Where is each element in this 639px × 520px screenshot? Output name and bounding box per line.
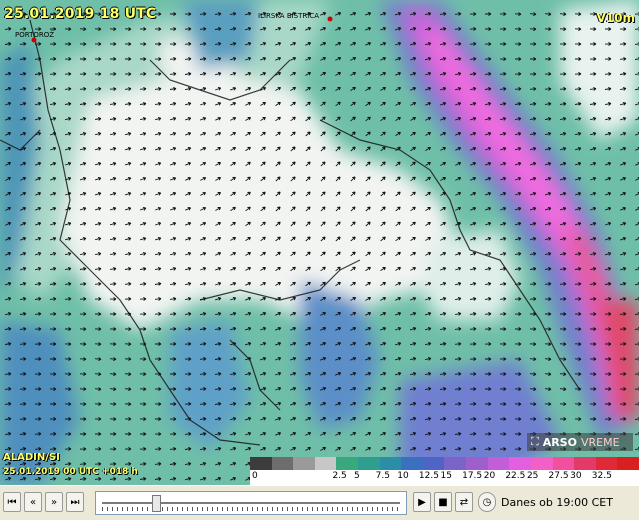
parameter-label: V10m bbox=[596, 11, 636, 25]
animation-controls: ⏮ « » ⏭ ▶ ■ ⇄ ◷ Danes ob 19:00 CET bbox=[0, 485, 639, 520]
legend-swatch bbox=[552, 457, 575, 470]
legend-swatch bbox=[336, 457, 359, 470]
model-label: ALADIN/SI bbox=[3, 452, 60, 463]
legend-swatch bbox=[379, 457, 402, 470]
legend-swatch bbox=[250, 457, 272, 470]
legend-swatch bbox=[293, 457, 315, 470]
clock-button[interactable]: ◷ bbox=[478, 492, 496, 512]
clock-icon: ◷ bbox=[482, 496, 492, 508]
legend-label: 2.5 bbox=[332, 471, 347, 481]
legend-swatch bbox=[509, 457, 531, 470]
legend-swatch bbox=[271, 457, 294, 470]
legend-swatch bbox=[314, 457, 337, 470]
wind-speed-legend: 0 2.5 5 7.5 10 12.5 15 17.5 20 22.5 25 27.5 30 32.5 bbox=[250, 457, 639, 485]
legend-label: 12.5 bbox=[418, 471, 439, 481]
legend-label: 0 bbox=[252, 471, 258, 481]
logo-brand: ARSO bbox=[542, 435, 577, 449]
play-button[interactable]: ▶ bbox=[413, 492, 431, 512]
legend-label: 27.5 bbox=[548, 471, 569, 481]
legend-swatch bbox=[595, 457, 618, 470]
legend-swatch bbox=[444, 457, 467, 470]
antenna-icon: ⛶ bbox=[531, 435, 539, 448]
legend-swatch bbox=[466, 457, 488, 470]
legend-swatch bbox=[487, 457, 510, 470]
legend-label: 15 bbox=[440, 471, 452, 481]
loop-button[interactable]: ⇄ bbox=[455, 492, 473, 512]
step-back-icon: « bbox=[29, 496, 37, 508]
city-dot-bistrica bbox=[327, 16, 333, 22]
time-slider[interactable] bbox=[95, 491, 407, 515]
loop-icon: ⇄ bbox=[459, 496, 469, 508]
map-canvas bbox=[0, 0, 639, 485]
legend-label: 20 bbox=[483, 471, 496, 481]
skip-to-end-button[interactable]: ⏭ bbox=[66, 492, 84, 512]
slider-ticks bbox=[102, 507, 400, 511]
legend-label: 32.5 bbox=[591, 471, 612, 481]
legend-labels: 0 2.5 5 7.5 10 12.5 15 17.5 20 22.5 25 27.5 30 32.5 bbox=[250, 471, 639, 485]
step-forward-icon: » bbox=[50, 496, 58, 508]
legend-swatch bbox=[574, 457, 596, 470]
legend-swatch bbox=[422, 457, 445, 470]
stop-icon: ■ bbox=[438, 496, 448, 508]
legend-label: 10 bbox=[397, 471, 409, 481]
legend-swatch bbox=[617, 457, 639, 470]
slider-track bbox=[102, 502, 400, 504]
wind-map: 25.01.2019 18 UTC V10m PORTOROŽ ILIRSKA … bbox=[0, 0, 639, 485]
legend-label: 25 bbox=[526, 471, 539, 481]
city-label-portoroz: PORTOROŽ bbox=[15, 31, 55, 39]
legend-label: 30 bbox=[570, 471, 582, 481]
skip-to-start-icon: ⏮ bbox=[7, 496, 17, 508]
valid-time-label: 25.01.2019 18 UTC bbox=[4, 6, 157, 22]
legend-swatch bbox=[358, 457, 380, 470]
legend-label: 22.5 bbox=[505, 471, 526, 481]
legend-color-bar bbox=[250, 457, 639, 470]
status-time: Danes ob 19:00 CET bbox=[501, 496, 613, 509]
arso-logo: ⛶ ARSO VREME bbox=[527, 433, 633, 451]
play-icon: ▶ bbox=[418, 496, 426, 508]
city-label-bistrica: ILIRSKA BISTRICA bbox=[258, 12, 320, 20]
run-time-label: 25.01.2019 00 UTC +018 h bbox=[3, 467, 138, 477]
legend-label: 5 bbox=[354, 471, 360, 481]
legend-label: 7.5 bbox=[375, 471, 390, 481]
legend-label: 17.5 bbox=[462, 471, 483, 481]
step-back-button[interactable]: « bbox=[24, 492, 42, 512]
legend-swatch bbox=[530, 457, 553, 470]
stop-button[interactable]: ■ bbox=[434, 492, 452, 512]
slider-thumb[interactable] bbox=[152, 495, 161, 512]
legend-swatch bbox=[401, 457, 423, 470]
logo-suffix: VREME bbox=[580, 435, 620, 449]
skip-to-start-button[interactable]: ⏮ bbox=[3, 492, 21, 512]
step-forward-button[interactable]: » bbox=[45, 492, 63, 512]
skip-to-end-icon: ⏭ bbox=[70, 496, 80, 508]
